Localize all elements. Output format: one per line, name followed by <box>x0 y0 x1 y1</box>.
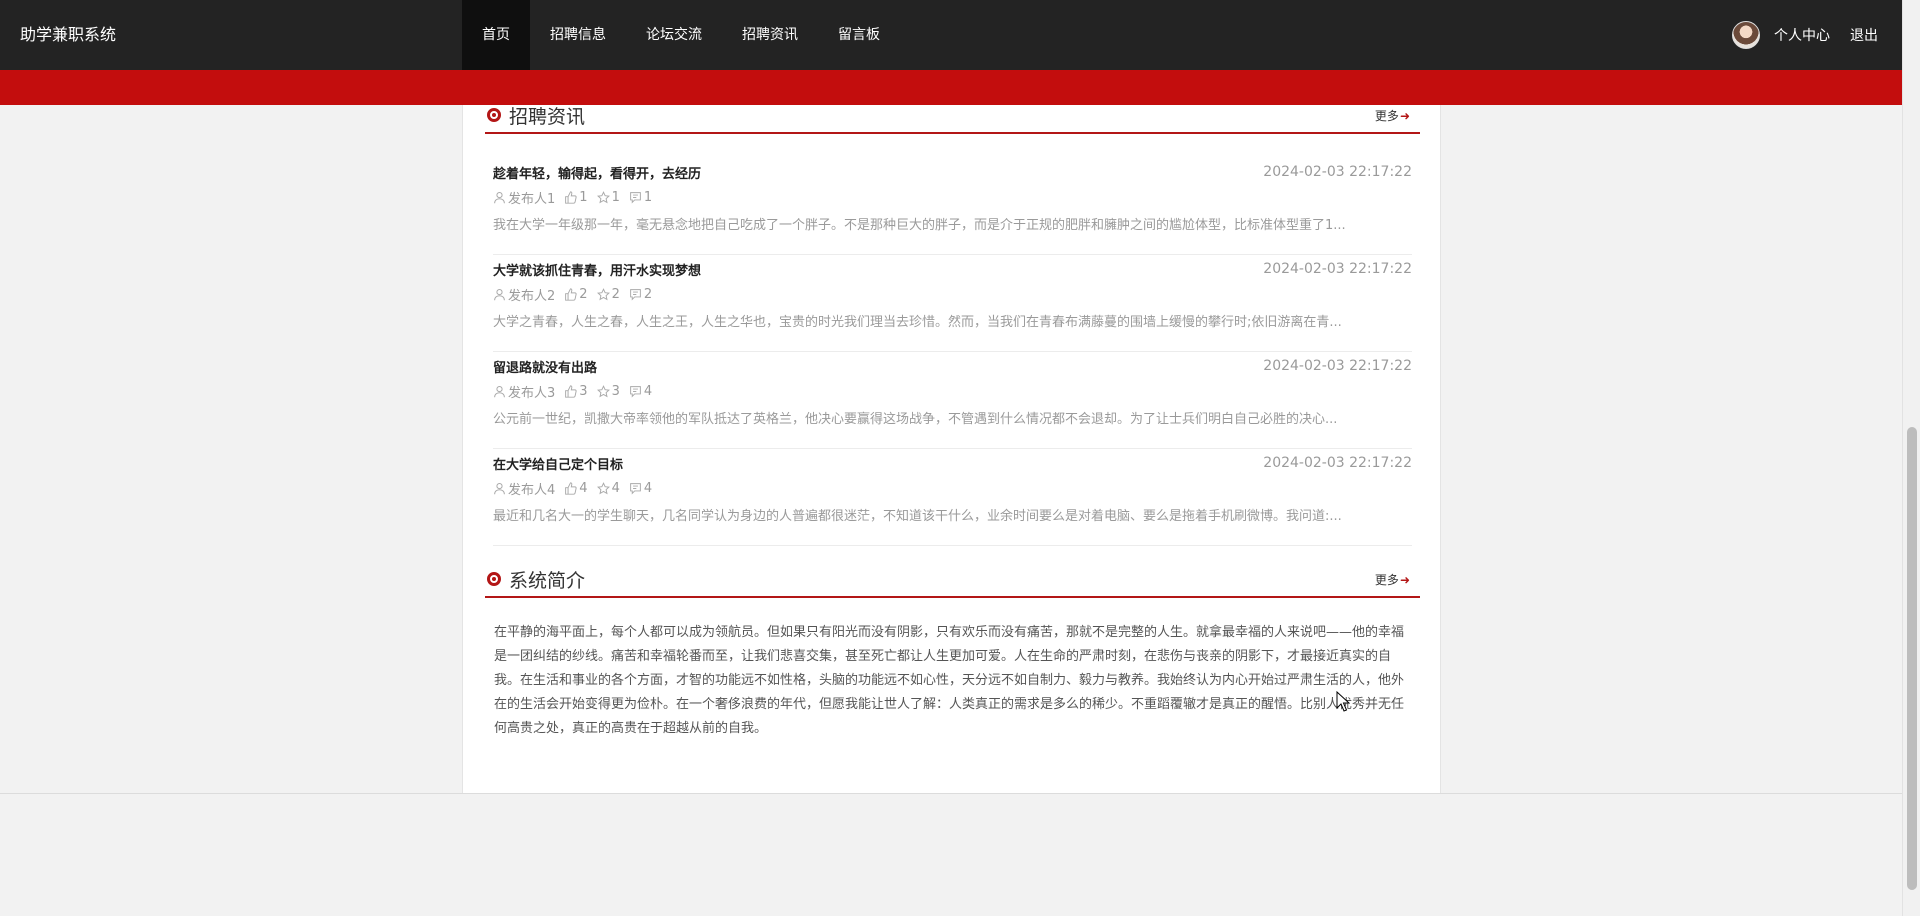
news-more-link[interactable]: 更多➜ <box>1375 107 1410 124</box>
comment-icon <box>629 386 641 398</box>
user-icon <box>494 191 505 204</box>
news-item-meta: 发布人3 3 3 4 <box>493 382 661 401</box>
news-item-date: 2024-02-03 22:17:22 <box>1263 261 1412 277</box>
news-item-meta: 发布人4 4 4 4 <box>493 479 661 498</box>
page-scrollbar[interactable] <box>1902 0 1920 916</box>
news-likes: 4 <box>579 481 588 496</box>
news-author: 发布人3 <box>508 386 556 401</box>
news-likes: 1 <box>579 190 588 205</box>
news-comments: 2 <box>643 287 653 302</box>
comment-icon <box>629 483 641 495</box>
news-item-title[interactable]: 在大学给自己定个目标 <box>493 454 623 473</box>
avatar[interactable] <box>1732 21 1760 49</box>
news-item-summary: 我在大学一年级那一年，毫无悬念地把自己吃成了一个胖子。不是那种巨大的胖子，而是介… <box>493 218 1346 233</box>
news-item[interactable]: 趁着年轻，输得起，看得开，去经历 2024-02-03 22:17:22 发布人… <box>493 158 1412 255</box>
news-author: 发布人2 <box>508 289 556 304</box>
news-item-title[interactable]: 大学就该抓住青春，用汗水实现梦想 <box>493 260 701 279</box>
news-favorites: 2 <box>611 287 620 302</box>
nav-item-home[interactable]: 首页 <box>462 0 530 70</box>
news-item-title[interactable]: 趁着年轻，输得起，看得开，去经历 <box>493 163 701 182</box>
news-likes: 2 <box>579 287 588 302</box>
intro-section-header: 系统简介 更多➜ <box>485 564 1420 598</box>
news-section-header: 招聘资讯 更多➜ <box>485 100 1420 134</box>
thumbs-up-icon <box>565 482 577 495</box>
main-nav: 首页 招聘信息 论坛交流 招聘资讯 留言板 <box>462 0 900 70</box>
news-item[interactable]: 留退路就没有出路 2024-02-03 22:17:22 发布人3 3 3 4 … <box>493 352 1412 449</box>
brand-title[interactable]: 助学兼职系统 <box>20 0 116 70</box>
arrow-right-icon: ➜ <box>1399 573 1410 587</box>
thumbs-up-icon <box>565 288 577 301</box>
news-author: 发布人1 <box>508 192 556 207</box>
news-item[interactable]: 在大学给自己定个目标 2024-02-03 22:17:22 发布人4 4 4 … <box>493 449 1412 546</box>
news-favorites: 1 <box>611 190 620 205</box>
star-icon <box>596 288 610 301</box>
news-item-summary: 公元前一世纪，凯撒大帝率领他的军队抵达了英格兰，他决心要赢得这场战争，不管遇到什… <box>493 412 1338 427</box>
news-author: 发布人4 <box>508 483 556 498</box>
user-icon <box>494 482 505 495</box>
thumbs-up-icon <box>565 385 577 398</box>
intro-more-link[interactable]: 更多➜ <box>1375 571 1410 588</box>
top-navbar: 助学兼职系统 首页 招聘信息 论坛交流 招聘资讯 留言板 个人中心 退出 <box>0 0 1902 70</box>
news-favorites: 4 <box>611 481 620 496</box>
news-item-title[interactable]: 留退路就没有出路 <box>493 357 597 376</box>
footer-divider <box>0 793 1902 794</box>
nav-item-forum[interactable]: 论坛交流 <box>626 0 722 70</box>
news-item-date: 2024-02-03 22:17:22 <box>1263 455 1412 471</box>
news-comments: 1 <box>643 190 653 205</box>
comment-icon <box>629 192 641 204</box>
news-item[interactable]: 大学就该抓住青春，用汗水实现梦想 2024-02-03 22:17:22 发布人… <box>493 255 1412 352</box>
scrollbar-thumb[interactable] <box>1907 427 1917 890</box>
nav-item-message-board[interactable]: 留言板 <box>818 0 900 70</box>
main-content: 招聘资讯 更多➜ 趁着年轻，输得起，看得开，去经历 2024-02-03 22:… <box>462 105 1441 794</box>
mouse-cursor-icon <box>1336 691 1350 712</box>
star-icon <box>596 482 610 495</box>
star-icon <box>596 385 610 398</box>
section-bullet-icon <box>487 572 501 586</box>
user-icon <box>494 288 505 301</box>
news-item-summary: 大学之青春，人生之春，人生之王，人生之华也，宝贵的时光我们理当去珍惜。然而，当我… <box>493 315 1342 330</box>
news-item-summary: 最近和几名大一的学生聊天，几名同学认为身边的人普遍都很迷茫，不知道该干什么，业余… <box>493 509 1342 524</box>
news-item-meta: 发布人1 1 1 1 <box>493 188 661 207</box>
nav-item-jobs[interactable]: 招聘信息 <box>530 0 626 70</box>
star-icon <box>596 191 610 204</box>
news-item-meta: 发布人2 2 2 2 <box>493 285 661 304</box>
user-center-link[interactable]: 个人中心 <box>1774 25 1830 45</box>
news-comments: 4 <box>643 384 653 399</box>
section-bullet-icon <box>487 108 501 122</box>
arrow-right-icon: ➜ <box>1399 109 1410 123</box>
news-section-title: 招聘资讯 <box>509 106 586 128</box>
comment-icon <box>629 289 641 301</box>
intro-text: 在平静的海平面上，每个人都可以成为领航员。但如果只有阳光而没有阴影，只有欢乐而没… <box>494 625 1405 736</box>
user-icon <box>494 385 505 398</box>
news-item-date: 2024-02-03 22:17:22 <box>1263 164 1412 180</box>
nav-item-job-news[interactable]: 招聘资讯 <box>722 0 818 70</box>
news-likes: 3 <box>579 384 588 399</box>
news-item-date: 2024-02-03 22:17:22 <box>1263 358 1412 374</box>
logout-link[interactable]: 退出 <box>1850 25 1878 45</box>
news-favorites: 3 <box>611 384 620 399</box>
intro-section-title: 系统简介 <box>509 570 586 592</box>
news-comments: 4 <box>643 481 653 496</box>
user-area: 个人中心 退出 <box>1732 0 1902 70</box>
thumbs-up-icon <box>565 191 577 204</box>
